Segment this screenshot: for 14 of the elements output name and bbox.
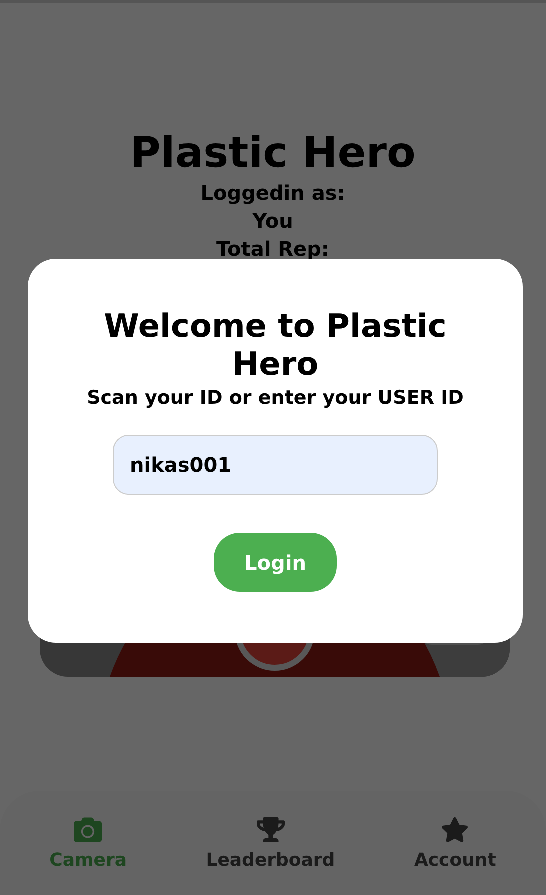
trophy-icon xyxy=(256,816,285,844)
nav-tab[interactable]: Camera xyxy=(44,814,133,872)
app-title: Plastic Hero xyxy=(130,127,416,179)
login-button[interactable]: Login xyxy=(214,533,337,592)
user-info-text: Loggedin as: xyxy=(200,180,346,207)
dialog-subtitle: Scan your ID or enter your USER ID xyxy=(87,387,464,409)
nav-tab[interactable]: Account xyxy=(408,814,502,872)
dialog-title: Welcome to Plastic Hero xyxy=(103,307,448,383)
user-id-field[interactable]: nikas001 xyxy=(113,435,438,495)
user-info-text: You xyxy=(252,208,294,235)
user-info-text: Total Rep: xyxy=(216,236,330,263)
camera-icon xyxy=(74,816,102,844)
star-icon xyxy=(441,816,470,844)
nav-tab[interactable]: Leaderboard xyxy=(200,814,342,872)
